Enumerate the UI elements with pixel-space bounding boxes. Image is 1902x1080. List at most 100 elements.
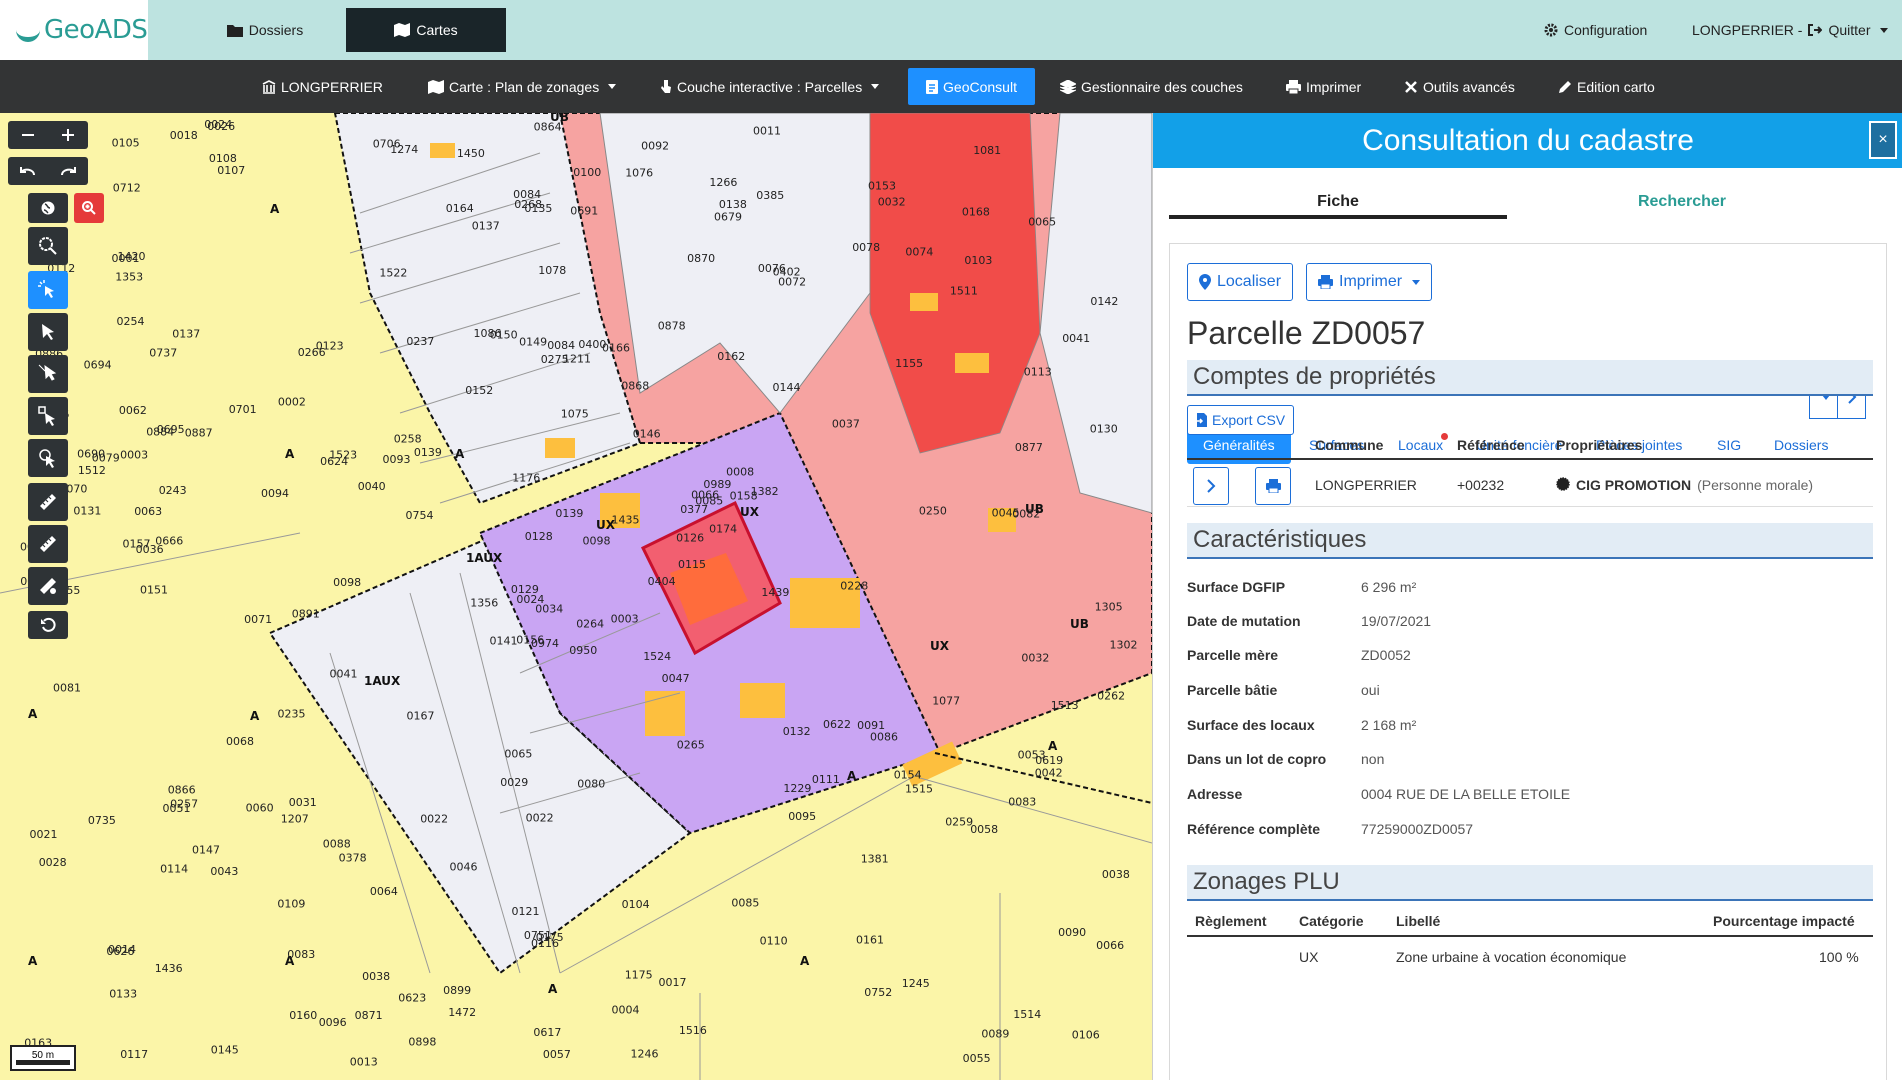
globe-button[interactable] (28, 193, 68, 223)
user-menu[interactable]: LONGPERRIER - Quitter (1692, 0, 1889, 60)
kv-surface-dgfip-key: Surface DGFIP (1187, 579, 1286, 595)
parcel-label: 0022 (526, 812, 554, 825)
select-polygon-button[interactable] (28, 397, 68, 435)
zoom-out-icon[interactable] (8, 121, 48, 149)
print-icon (1286, 79, 1301, 94)
parcel-label: 0058 (970, 823, 998, 836)
header-pourcentage: Pourcentage impacté (1713, 913, 1855, 929)
reset-button[interactable] (28, 611, 68, 639)
map-icon (394, 23, 411, 37)
tab-rechercher[interactable]: Rechercher (1513, 193, 1851, 219)
parcel-label: 0098 (583, 534, 611, 547)
parcel-label: 0053 (1018, 749, 1046, 762)
parcel-label: 0126 (676, 532, 704, 545)
zoom-in-icon[interactable] (48, 121, 88, 149)
parcel-label: 0137 (472, 220, 500, 233)
parcel-label: 0081 (53, 681, 81, 694)
parcel-label: 0045 (992, 506, 1020, 519)
nav-longperrier[interactable]: LONGPERRIER (252, 68, 393, 105)
zoom-box-button[interactable] (28, 227, 68, 265)
parcel-label: 0001 (112, 252, 140, 265)
zoom-controls (8, 121, 88, 149)
file-export-icon (1196, 413, 1207, 427)
section-comptes-title: Comptes de propriétés (1193, 363, 1436, 390)
parcel-label: 0679 (714, 211, 742, 224)
parcel-label: 1511 (950, 285, 978, 298)
measure-area-button[interactable] (28, 525, 68, 563)
zoom-box-icon (39, 237, 57, 255)
parcel-label: 0147 (192, 844, 220, 857)
kv-parcelle-mere-value: ZD0052 (1361, 647, 1411, 663)
parcel-label: 1245 (902, 977, 930, 990)
measure-angle-button[interactable] (28, 567, 68, 605)
nav-geoconsult[interactable]: GeoConsult (908, 68, 1035, 105)
zone-label: A (1048, 739, 1058, 753)
print-compte-button[interactable] (1255, 467, 1291, 505)
export-csv-button[interactable]: Export CSV (1187, 405, 1295, 435)
parcel-label: 0117 (120, 1048, 148, 1061)
close-button[interactable]: × (1869, 121, 1897, 159)
select-click-button[interactable] (28, 271, 68, 309)
header-libelle: Libellé (1396, 913, 1441, 929)
nav-imprimer[interactable]: Imprimer (1276, 68, 1371, 105)
kv-adresse-key: Adresse (1187, 786, 1243, 802)
chevron-down-icon (1412, 279, 1421, 285)
kv-reference-complete-key: Référence complète (1187, 821, 1321, 837)
zoom-search-button[interactable] (74, 193, 104, 223)
parcel-label: 1524 (643, 650, 671, 663)
parcel-label: 0114 (160, 863, 188, 876)
parcel-label: 0989 (703, 478, 731, 491)
parcel-label: 1450 (457, 147, 485, 160)
parcel-label: 0017 (659, 976, 687, 989)
measure-distance-button[interactable] (28, 483, 68, 521)
zone-label: UX (930, 639, 950, 653)
parcel-label: 0243 (159, 484, 187, 497)
imprimer-button[interactable]: Imprimer (1306, 263, 1433, 301)
compte-commune: LONGPERRIER (1315, 477, 1417, 493)
open-compte-button[interactable] (1193, 467, 1229, 505)
nav-gestionnaire-couches[interactable]: Gestionnaire des couches (1050, 68, 1253, 105)
building-icon (262, 79, 276, 94)
tab-fiche[interactable]: Fiche (1169, 193, 1507, 219)
ruler-icon (40, 494, 56, 510)
parcel-label: 0139 (414, 446, 442, 459)
cursor-icon (42, 324, 54, 340)
zone-label: A (800, 954, 810, 968)
parcel-label: 0132 (783, 725, 811, 738)
parcel-label: 0266 (298, 346, 326, 359)
nav-edition-carto[interactable]: Edition carto (1548, 68, 1665, 105)
parcel-label: 0160 (289, 1009, 317, 1022)
chevron-down-icon (608, 84, 617, 89)
globe-icon (41, 201, 55, 215)
tab-cartes[interactable]: Cartes (346, 8, 506, 52)
localiser-button[interactable]: Localiser (1187, 263, 1294, 301)
map-marker-icon (1199, 274, 1211, 290)
tab-dossiers[interactable]: Dossiers (200, 8, 330, 52)
nav-outils-avances[interactable]: Outils avancés (1394, 68, 1525, 105)
nav-couche-interactive[interactable]: Couche interactive : Parcelles (650, 68, 889, 105)
redo-icon[interactable] (48, 157, 88, 185)
header-commune: Commune (1315, 437, 1384, 453)
select-line-button[interactable] (28, 355, 68, 393)
undo-icon[interactable] (8, 157, 48, 185)
configuration-link[interactable]: Configuration (1544, 0, 1647, 60)
parcel-label: 0138 (719, 198, 747, 211)
nav-carte-zonages[interactable]: Carte : Plan de zonages (418, 68, 626, 105)
parcel-label: 0144 (773, 381, 801, 394)
select-circle-button[interactable] (28, 439, 68, 477)
parcel-label: 0268 (514, 198, 542, 211)
parcel-label: 0870 (687, 252, 715, 265)
zone-label: UX (740, 505, 760, 519)
logo[interactable]: GeoADS (0, 0, 148, 60)
app-root: GeoADS Dossiers Cartes Configuration LON… (0, 0, 1902, 1080)
layers-icon (1060, 79, 1076, 94)
configuration-label: Configuration (1564, 22, 1648, 38)
imprimer-label: Imprimer (1339, 273, 1403, 290)
map-layer[interactable]: A A A A A A A A A A A UX UX UX 1AUX 1AUX… (0, 113, 1152, 1080)
parcel-label: 0100 (573, 166, 601, 179)
select-point-button[interactable] (28, 313, 68, 351)
kv-copro-value: non (1361, 751, 1385, 767)
map-canvas[interactable]: A A A A A A A A A A A UX UX UX 1AUX 1AUX… (0, 113, 1152, 1080)
notification-dot (1441, 433, 1448, 440)
parcel-label: 1302 (1110, 639, 1138, 652)
